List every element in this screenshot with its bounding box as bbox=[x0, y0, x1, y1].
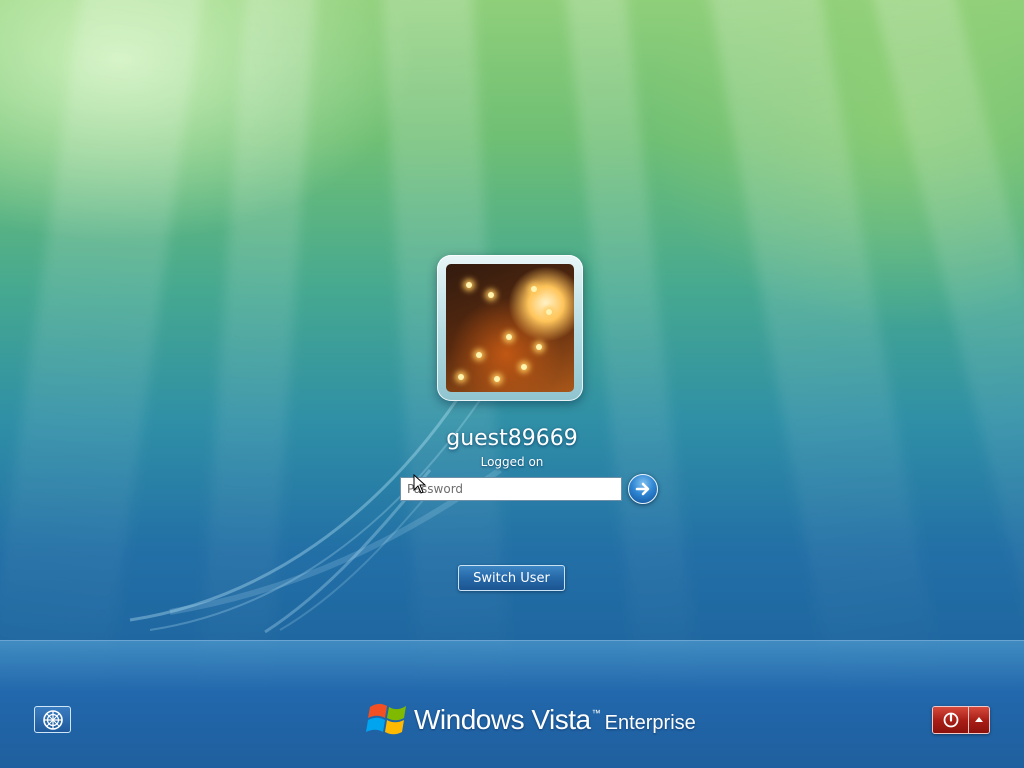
sparkle bbox=[531, 286, 537, 292]
submit-button[interactable] bbox=[628, 474, 658, 504]
sparkle bbox=[536, 344, 542, 350]
arrow-right-icon bbox=[635, 482, 650, 496]
shut-down-button[interactable] bbox=[933, 707, 969, 733]
sparkle bbox=[521, 364, 527, 370]
power-controls bbox=[932, 706, 990, 734]
ease-of-access-icon bbox=[42, 709, 63, 730]
sparkle bbox=[546, 309, 552, 315]
logon-status: Logged on bbox=[480, 455, 544, 469]
shut-down-options-button[interactable] bbox=[969, 707, 989, 733]
trademark-mark: ™ bbox=[591, 708, 601, 718]
brand-windows-vista: Windows Vista bbox=[414, 704, 591, 735]
sparkle bbox=[506, 334, 512, 340]
sparkle bbox=[476, 352, 482, 358]
windows-vista-branding: Windows Vista ™ Enterprise bbox=[366, 698, 696, 742]
login-screen: guest89669 Logged on Switch User Windows… bbox=[0, 0, 1024, 768]
sparkle bbox=[466, 282, 472, 288]
edition-label: Enterprise bbox=[604, 711, 696, 734]
triangle-up-icon bbox=[975, 717, 983, 722]
ease-of-access-button[interactable] bbox=[34, 706, 71, 733]
user-picture bbox=[446, 264, 574, 392]
sparkle bbox=[494, 376, 500, 382]
sparkle bbox=[458, 374, 464, 380]
mouse-pointer-icon bbox=[413, 474, 427, 494]
windows-logo-icon bbox=[366, 703, 406, 735]
power-icon bbox=[943, 712, 958, 728]
user-avatar bbox=[437, 255, 583, 401]
switch-user-button[interactable]: Switch User bbox=[458, 565, 565, 591]
username-label: guest89669 bbox=[446, 426, 578, 451]
password-input[interactable] bbox=[400, 477, 622, 501]
sparkle bbox=[488, 292, 494, 298]
